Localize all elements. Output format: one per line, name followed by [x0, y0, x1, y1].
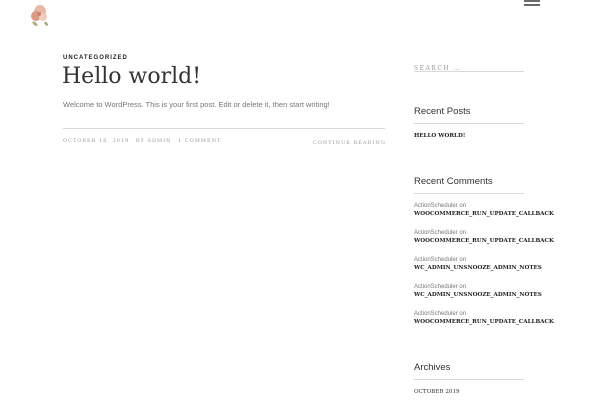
post-excerpt: Welcome to WordPress. This is your first…	[63, 100, 330, 109]
post-title[interactable]: Hello world!	[62, 64, 201, 89]
recent-comments-title: Recent Comments	[414, 176, 493, 187]
comment-post-link[interactable]: WC_ADMIN_UNSNOOZE_ADMIN_NOTES	[414, 264, 574, 273]
post-author[interactable]: ADMIN	[147, 138, 171, 144]
post-by-label: BY	[135, 138, 145, 144]
comment-post-link[interactable]: WOOCOMMERCE_RUN_UPDATE_CALLBACK	[414, 318, 574, 327]
comment-author[interactable]: ActionScheduler	[414, 203, 458, 209]
comment-on-label: on	[459, 257, 467, 263]
post-meta: OCTOBER 16, 2019 BY ADMIN 1 COMMENT	[63, 138, 221, 144]
comment-post-link[interactable]: WC_ADMIN_UNSNOOZE_ADMIN_NOTES	[414, 291, 574, 300]
search-form	[414, 55, 524, 72]
hamburger-menu-icon[interactable]	[524, 0, 540, 10]
post-date[interactable]: OCTOBER 16, 2019	[63, 138, 129, 144]
recent-posts-divider	[414, 123, 524, 124]
list-item: ActionScheduler on WOOCOMMERCE_RUN_UPDAT…	[414, 202, 574, 219]
post-comments-link[interactable]: 1 COMMENT	[178, 138, 221, 144]
comment-post-link[interactable]: WOOCOMMERCE_RUN_UPDATE_CALLBACK	[414, 210, 574, 219]
archives-divider	[414, 379, 524, 380]
comment-author[interactable]: ActionScheduler	[414, 311, 458, 317]
search-input[interactable]	[414, 65, 522, 72]
list-item: ActionScheduler on WC_ADMIN_UNSNOOZE_ADM…	[414, 256, 574, 273]
post-category[interactable]: UNCATEGORIZED	[63, 55, 128, 61]
list-item: ActionScheduler on WOOCOMMERCE_RUN_UPDAT…	[414, 310, 574, 327]
comment-on-label: on	[459, 203, 467, 209]
post-divider	[63, 128, 385, 129]
recent-comments-divider	[414, 193, 524, 194]
archives-title: Archives	[414, 362, 451, 373]
comment-on-label: on	[459, 311, 467, 317]
comment-author[interactable]: ActionScheduler	[414, 284, 458, 290]
comment-post-link[interactable]: WOOCOMMERCE_RUN_UPDATE_CALLBACK	[414, 237, 574, 246]
comment-on-label: on	[459, 230, 467, 236]
recent-posts-title: Recent Posts	[414, 106, 471, 117]
list-item: ActionScheduler on WC_ADMIN_UNSNOOZE_ADM…	[414, 283, 574, 300]
list-item: ActionScheduler on WOOCOMMERCE_RUN_UPDAT…	[414, 229, 574, 246]
site-logo[interactable]	[26, 2, 52, 30]
continue-reading-link[interactable]: CONTINUE READING	[313, 140, 386, 146]
archive-link[interactable]: OCTOBER 2019	[414, 389, 460, 395]
comment-on-label: on	[459, 284, 467, 290]
floral-logo-icon	[31, 5, 48, 27]
comment-author[interactable]: ActionScheduler	[414, 230, 458, 236]
recent-post-link[interactable]: HELLO WORLD!	[414, 133, 465, 139]
comment-author[interactable]: ActionScheduler	[414, 257, 458, 263]
